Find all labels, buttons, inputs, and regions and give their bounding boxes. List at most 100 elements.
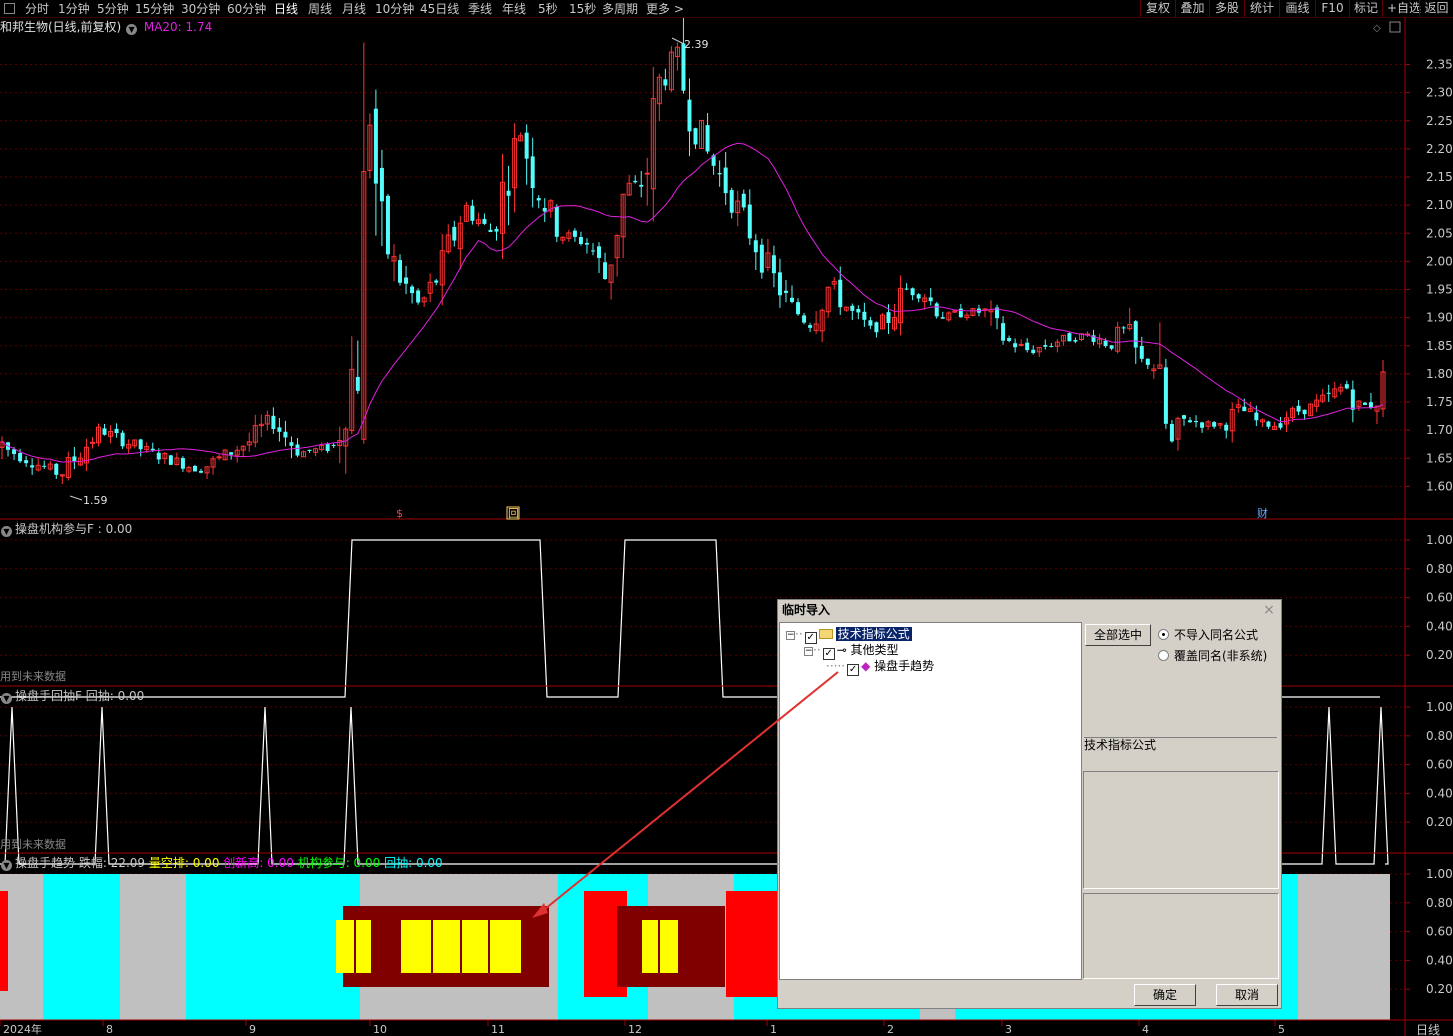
function-button[interactable]: 统计 bbox=[1244, 0, 1279, 17]
function-button[interactable]: F10 bbox=[1315, 0, 1349, 17]
candle-down bbox=[1007, 338, 1012, 341]
trend-block-yellow bbox=[401, 920, 431, 973]
candle-down bbox=[542, 207, 547, 212]
period-tab[interactable]: 日线 bbox=[274, 1, 298, 17]
function-button[interactable]: 标记 bbox=[1349, 0, 1382, 17]
tree-node-child[interactable]: −·· ✓ ⊸ 其他类型 bbox=[804, 642, 899, 660]
period-tab[interactable]: 分时 bbox=[25, 1, 49, 17]
collapse-icon[interactable]: ▼ bbox=[1, 860, 12, 871]
radio-icon[interactable] bbox=[1158, 650, 1169, 661]
candle-down bbox=[1067, 333, 1072, 342]
y-tick-label: 0.80 bbox=[1426, 562, 1453, 576]
x-tick-label: 2 bbox=[887, 1023, 894, 1036]
candle-down bbox=[741, 193, 746, 208]
radio-icon[interactable] bbox=[1158, 629, 1169, 640]
select-all-button[interactable]: 全部选中 bbox=[1085, 624, 1151, 646]
period-label: 日线 bbox=[1416, 1023, 1440, 1036]
y-tick-label: 1.00 bbox=[1426, 867, 1453, 881]
period-tab[interactable]: 10分钟 bbox=[375, 1, 414, 17]
import-dialog: 临时导入 × −·· ✓ 技术指标公式 −·· ✓ ⊸ 其他类型 ····· ✓ ◆ 操盘手… bbox=[777, 599, 1282, 1009]
period-tab[interactable]: 更多 > bbox=[646, 1, 684, 17]
y-tick-label: 0.40 bbox=[1426, 786, 1453, 800]
candle-down bbox=[331, 444, 336, 446]
tree-node-root[interactable]: −·· ✓ 技术指标公式 bbox=[786, 626, 912, 644]
candle-down bbox=[1350, 389, 1355, 410]
period-tab[interactable]: 月线 bbox=[342, 1, 366, 17]
candle-down bbox=[355, 376, 360, 391]
function-button[interactable]: 返回 bbox=[1419, 0, 1453, 17]
period-tab[interactable]: 15秒 bbox=[569, 1, 596, 17]
panel2-title: ▼ 操盘机构参与F : 0.00 bbox=[0, 521, 132, 537]
candle-down bbox=[114, 428, 119, 434]
function-button[interactable]: 画线 bbox=[1279, 0, 1315, 17]
y-tick-label: 0.60 bbox=[1426, 925, 1453, 939]
collapse-icon[interactable]: − bbox=[786, 631, 795, 640]
candle-down bbox=[494, 228, 499, 232]
indicator-value: 跌幅: 22.09 bbox=[78, 856, 146, 870]
collapse-icon[interactable]: ▼ bbox=[1, 526, 12, 537]
candle-down bbox=[633, 180, 638, 183]
tree-node-leaf[interactable]: ····· ✓ ◆ 操盘手趋势 bbox=[826, 658, 934, 676]
tree-label[interactable]: 技术指标公式 bbox=[835, 627, 912, 641]
period-tab[interactable]: 年线 bbox=[502, 1, 526, 17]
radio-overwrite[interactable]: 覆盖同名(非系统) bbox=[1158, 648, 1267, 664]
period-tab[interactable]: 45日线 bbox=[420, 1, 459, 17]
period-tab[interactable]: 15分钟 bbox=[135, 1, 174, 17]
checkbox[interactable]: ✓ bbox=[847, 664, 860, 676]
settings-icon[interactable]: ▼ bbox=[126, 24, 138, 35]
candle-down bbox=[398, 260, 403, 283]
period-tab[interactable]: 多周期 bbox=[602, 1, 638, 17]
collapse-icon[interactable]: ▼ bbox=[1, 693, 12, 704]
tree-label[interactable]: 操盘手趋势 bbox=[874, 659, 934, 673]
candle-down bbox=[168, 455, 173, 465]
ok-button[interactable]: 确定 bbox=[1134, 984, 1196, 1006]
period-tab[interactable]: 5分钟 bbox=[97, 1, 129, 17]
event-marker[interactable]: 财 bbox=[1257, 506, 1268, 520]
menu-icon[interactable] bbox=[4, 3, 15, 14]
y-tick-label: 0.40 bbox=[1426, 953, 1453, 967]
candle-down bbox=[862, 311, 867, 320]
radio-skip-same-name[interactable]: 不导入同名公式 bbox=[1158, 627, 1258, 643]
event-marker[interactable]: $ bbox=[396, 507, 403, 520]
cancel-button[interactable]: 取消 bbox=[1216, 984, 1278, 1006]
period-tab[interactable]: 5秒 bbox=[538, 1, 558, 17]
period-tab[interactable]: 季线 bbox=[468, 1, 492, 17]
candle-down bbox=[1344, 384, 1349, 389]
candle-down bbox=[687, 99, 692, 132]
period-tab[interactable]: 30分钟 bbox=[181, 1, 220, 17]
collapse-icon[interactable]: − bbox=[804, 647, 813, 656]
tree-label[interactable]: 其他类型 bbox=[851, 643, 899, 657]
y-tick-label: 1.60 bbox=[1426, 479, 1453, 493]
period-tab[interactable]: 60分钟 bbox=[227, 1, 266, 17]
candle-down bbox=[1212, 422, 1217, 427]
y-tick-label: 2.10 bbox=[1426, 198, 1453, 212]
period-tab[interactable]: 1分钟 bbox=[58, 1, 90, 17]
event-marker[interactable]: 回 bbox=[508, 507, 519, 520]
candle-down bbox=[1169, 423, 1174, 442]
radio-label: 不导入同名公式 bbox=[1174, 628, 1259, 642]
candle-down bbox=[1326, 392, 1331, 394]
min-pointer bbox=[69, 495, 83, 501]
candle-down bbox=[150, 448, 155, 451]
scroll-icon[interactable] bbox=[1389, 21, 1401, 33]
candle-down bbox=[1139, 346, 1144, 359]
indicator-value: 回抽: 0.00 bbox=[380, 856, 443, 870]
expand-icon[interactable]: ◇ bbox=[1373, 23, 1381, 34]
y-tick-label: 2.30 bbox=[1426, 86, 1453, 100]
candle-down bbox=[1133, 321, 1138, 348]
close-icon[interactable]: × bbox=[1261, 602, 1277, 618]
candle-down bbox=[1200, 422, 1205, 428]
function-button[interactable]: 叠加 bbox=[1175, 0, 1209, 17]
function-button[interactable]: 复权 bbox=[1140, 0, 1175, 17]
trend-block-yellow bbox=[356, 920, 371, 973]
radio-label: 覆盖同名(非系统) bbox=[1174, 649, 1268, 663]
formula-tree: −·· ✓ 技术指标公式 −·· ✓ ⊸ 其他类型 ····· ✓ ◆ 操盘手趋势 bbox=[779, 622, 1082, 980]
function-button[interactable]: +自选 bbox=[1382, 0, 1421, 17]
function-button[interactable]: 多股 bbox=[1209, 0, 1244, 17]
candle-down bbox=[1073, 339, 1078, 342]
y-tick-label: 1.00 bbox=[1426, 700, 1453, 714]
x-tick-label: 5 bbox=[1278, 1023, 1285, 1036]
preview-box bbox=[1083, 893, 1279, 979]
period-tab[interactable]: 周线 bbox=[308, 1, 332, 17]
max-pointer bbox=[671, 37, 685, 45]
